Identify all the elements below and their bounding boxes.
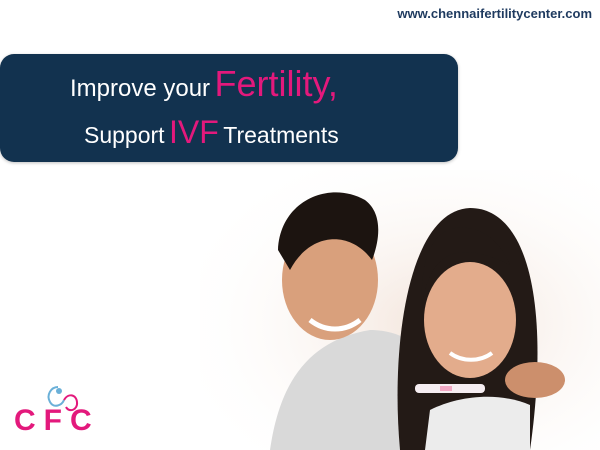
couple-photo [200,170,600,450]
subheadline-highlight: IVF [169,114,219,150]
headline-line-2: Support IVF Treatments [84,114,424,151]
headline-text: Improve your [70,75,211,102]
website-url[interactable]: www.chennaifertilitycenter.com [397,6,592,21]
subheadline-text-start: Support [84,122,165,148]
headline-line-1: Improve your Fertility, [70,63,430,105]
cfc-logo-text: CFC [14,404,100,437]
headline-highlight: Fertility, [214,63,338,104]
subheadline-text-end: Treatments [223,122,339,148]
